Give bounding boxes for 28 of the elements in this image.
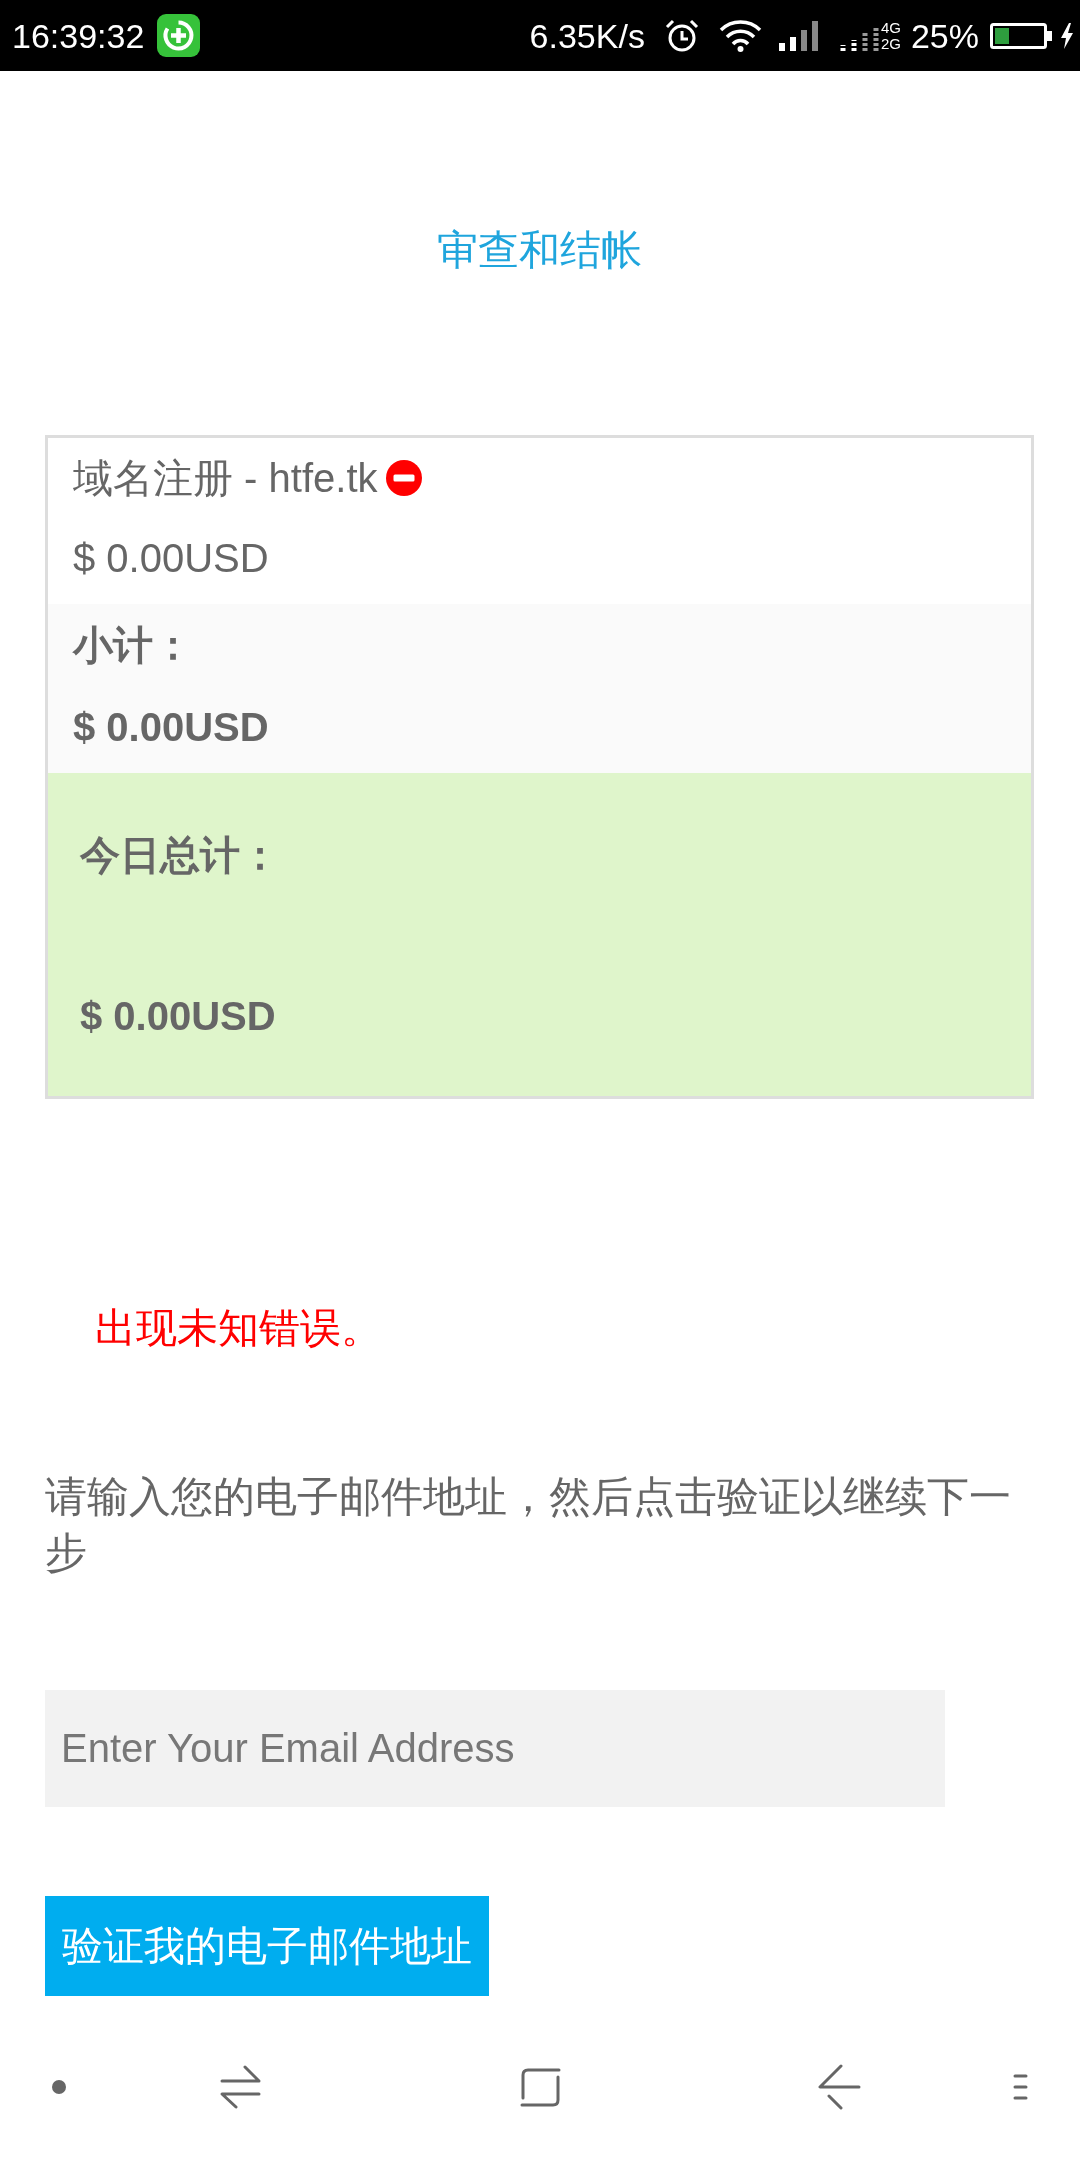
swap-arrows-icon[interactable]	[219, 2065, 261, 2109]
signal-icon	[778, 20, 818, 51]
total-amount: $ 0.00USD	[80, 994, 276, 1038]
page-title: 审查和结帐	[436, 226, 643, 275]
square-icon[interactable]	[519, 2066, 561, 2108]
subtotal-label: 小计：	[73, 623, 193, 667]
status-time: 16:39:32	[12, 15, 145, 56]
subtotal-amount: $ 0.00USD	[73, 705, 269, 749]
battery-icon	[990, 22, 1052, 49]
email-input[interactable]: Enter Your Email Address	[45, 1690, 945, 1807]
network-type-label: 2G	[880, 35, 901, 52]
network-type-label: 4G	[880, 19, 901, 36]
app-icon	[157, 14, 201, 57]
instruction-text: 请输入您的电子邮件地址，然后点击验证以继续下一步	[45, 1472, 1012, 1578]
verify-button[interactable]: 验证我的电子邮件地址	[45, 1896, 489, 1996]
minus-circle-icon[interactable]	[385, 460, 422, 496]
alarm-clock-icon	[664, 18, 699, 53]
network-speed: 6.35K/s	[529, 15, 645, 56]
menu-icon[interactable]	[1012, 2074, 1028, 2100]
battery-percent: 25%	[910, 15, 979, 56]
item-price: $ 0.00USD	[73, 536, 269, 580]
bolt-icon	[1060, 22, 1074, 49]
back-icon[interactable]	[817, 2064, 861, 2110]
wifi-icon	[718, 19, 762, 52]
dot-icon[interactable]	[52, 2080, 66, 2094]
item-name: 域名注册 - htfe.tk	[73, 455, 378, 502]
error-message: 出现未知错误。	[95, 1305, 382, 1351]
total-label: 今日总计：	[80, 833, 280, 877]
